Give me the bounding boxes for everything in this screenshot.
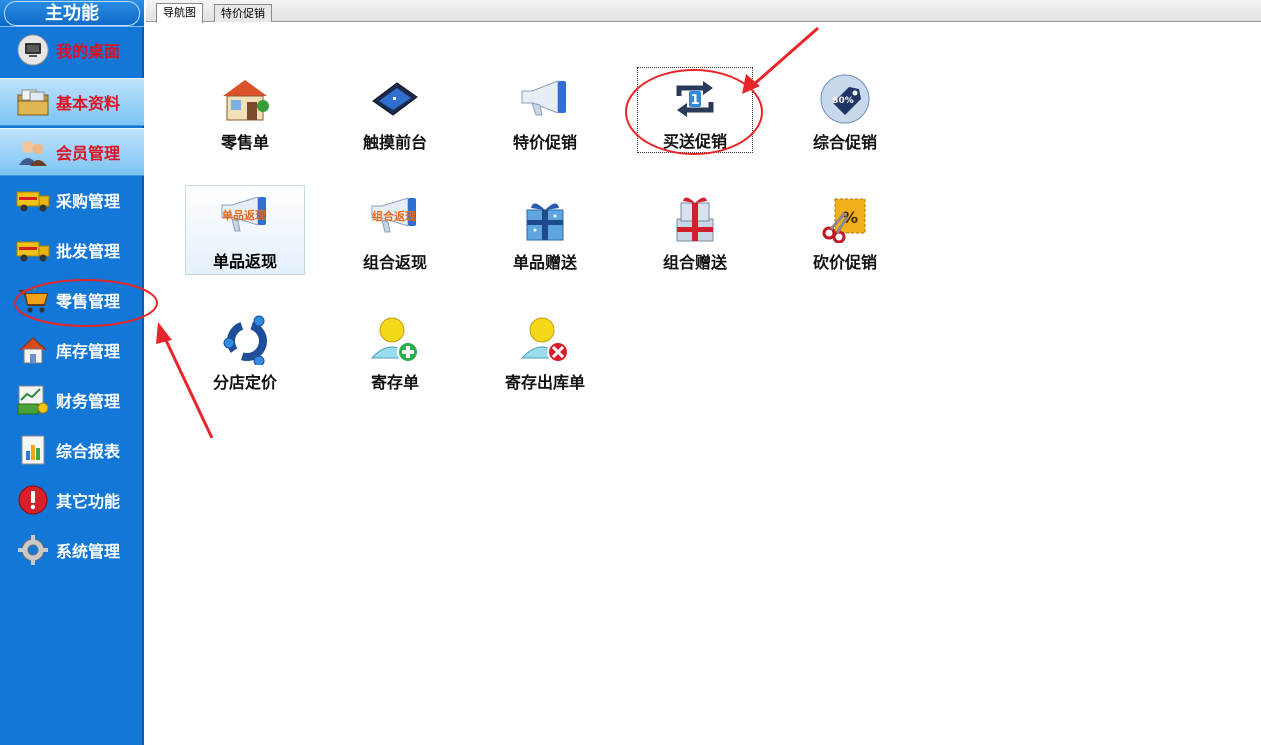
sidebar-item-label: 基本资料 — [56, 94, 121, 113]
sidebar-item-label: 综合报表 — [56, 442, 121, 461]
sidebar-item-label: 批发管理 — [56, 242, 121, 261]
sidebar-item-label: 会员管理 — [56, 144, 121, 163]
members-icon — [16, 135, 50, 169]
tile-label: 单品赠送 — [512, 253, 577, 272]
megaphone-cashback-icon: 组合返现 — [367, 191, 423, 247]
app-window: 主功能 我的桌面 基本资料 会员管理 采购管理 批发管理 零售管理 库存管理 财… — [0, 0, 1261, 745]
sidebar-item-label: 系统管理 — [56, 542, 121, 561]
tile-label: 综合促销 — [812, 133, 877, 152]
svg-text:组合返现: 组合返现 — [372, 209, 416, 223]
gear-icon — [16, 533, 50, 567]
navigation-panel: 零售单 触摸前台 特价促销 1 买送促销 50% 综合促销 单品返现 单品返现 … — [146, 23, 1261, 745]
scissors-percent-icon: % — [817, 191, 873, 247]
discount-tag-icon: 50% — [817, 71, 873, 127]
tab-navigation-map[interactable]: 导航图 — [156, 3, 203, 23]
svg-text:1: 1 — [690, 93, 699, 108]
sidebar-item-reports[interactable]: 综合报表 — [0, 426, 144, 474]
repeat-one-icon: 1 — [667, 72, 723, 126]
profile-folder-icon — [16, 85, 50, 119]
megaphone-cashback-icon: 单品返现 — [217, 190, 273, 246]
tab-special-promotion[interactable]: 特价促销 — [214, 4, 272, 22]
house-icon — [16, 333, 50, 367]
sidebar-item-label: 其它功能 — [56, 492, 121, 511]
cart-icon — [16, 283, 50, 317]
tile-label: 组合返现 — [362, 253, 427, 272]
alert-icon — [16, 483, 50, 517]
sidebar-item-retail[interactable]: 零售管理 — [0, 276, 144, 324]
sidebar-item-basic-data[interactable]: 基本资料 — [0, 78, 144, 126]
sidebar-item-members[interactable]: 会员管理 — [0, 128, 144, 176]
sidebar-item-inventory[interactable]: 库存管理 — [0, 326, 144, 374]
tile-single-cashback[interactable]: 单品返现 单品返现 — [185, 185, 305, 275]
sidebar-item-desktop[interactable]: 我的桌面 — [0, 26, 144, 74]
tile-label: 分店定价 — [212, 373, 277, 392]
sidebar-item-finance[interactable]: 财务管理 — [0, 376, 144, 424]
sidebar-item-system[interactable]: 系统管理 — [0, 526, 144, 574]
tile-label: 砍价促销 — [812, 253, 877, 272]
tile-bargain-promotion[interactable]: % 砍价促销 — [785, 187, 905, 277]
tile-deposit-outbound-order[interactable]: 寄存出库单 — [485, 307, 605, 397]
tab-bar: 导航图 特价促销 — [146, 0, 1261, 23]
tile-label: 单品返现 — [212, 252, 277, 271]
tile-label: 寄存单 — [370, 373, 419, 392]
report-icon — [16, 433, 50, 467]
svg-text:50%: 50% — [832, 96, 854, 106]
gift-stack-icon — [667, 191, 723, 247]
desktop-icon — [16, 33, 50, 67]
sidebar-item-other[interactable]: 其它功能 — [0, 476, 144, 524]
sidebar-item-label: 库存管理 — [56, 342, 121, 361]
finance-icon — [16, 383, 50, 417]
sidebar-item-label: 采购管理 — [56, 192, 121, 211]
sidebar-item-label: 财务管理 — [56, 392, 121, 411]
sidebar-item-label: 零售管理 — [56, 292, 121, 311]
sidebar-item-purchase[interactable]: 采购管理 — [0, 176, 144, 224]
svg-text:%: % — [842, 208, 858, 227]
tile-label: 触摸前台 — [362, 133, 427, 152]
sidebar-header: 主功能 — [0, 0, 144, 27]
tile-buy-gift-promotion[interactable]: 1 买送促销 — [637, 67, 753, 153]
truck-icon — [16, 183, 50, 217]
sidebar-item-label: 我的桌面 — [56, 42, 121, 61]
user-add-icon — [367, 311, 423, 367]
tile-combined-promotion[interactable]: 50% 综合促销 — [785, 67, 905, 157]
tile-label: 特价促销 — [512, 133, 577, 152]
user-remove-icon — [517, 311, 573, 367]
tile-combo-cashback[interactable]: 组合返现 组合返现 — [335, 187, 455, 277]
tile-retail-order[interactable]: 零售单 — [185, 67, 305, 157]
tile-label: 零售单 — [220, 133, 269, 152]
store-icon — [217, 71, 273, 127]
truck-icon — [16, 233, 50, 267]
tile-label: 买送促销 — [662, 132, 727, 151]
tile-combo-gift[interactable]: 组合赠送 — [635, 187, 755, 277]
tile-single-gift[interactable]: 单品赠送 — [485, 187, 605, 277]
sidebar: 主功能 我的桌面 基本资料 会员管理 采购管理 批发管理 零售管理 库存管理 财… — [0, 0, 144, 745]
sidebar-title: 主功能 — [4, 1, 140, 26]
tile-label: 组合赠送 — [662, 253, 727, 272]
branch-pricing-icon — [217, 311, 273, 367]
gift-icon — [517, 191, 573, 247]
sidebar-item-wholesale[interactable]: 批发管理 — [0, 226, 144, 274]
touch-terminal-icon — [367, 71, 423, 127]
tile-label: 寄存出库单 — [504, 373, 585, 392]
svg-text:单品返现: 单品返现 — [222, 208, 266, 222]
tile-special-promotion[interactable]: 特价促销 — [485, 67, 605, 157]
tile-deposit-order[interactable]: 寄存单 — [335, 307, 455, 397]
megaphone-icon — [517, 71, 573, 127]
tile-touch-front[interactable]: 触摸前台 — [335, 67, 455, 157]
tile-branch-pricing[interactable]: 分店定价 — [185, 307, 305, 397]
